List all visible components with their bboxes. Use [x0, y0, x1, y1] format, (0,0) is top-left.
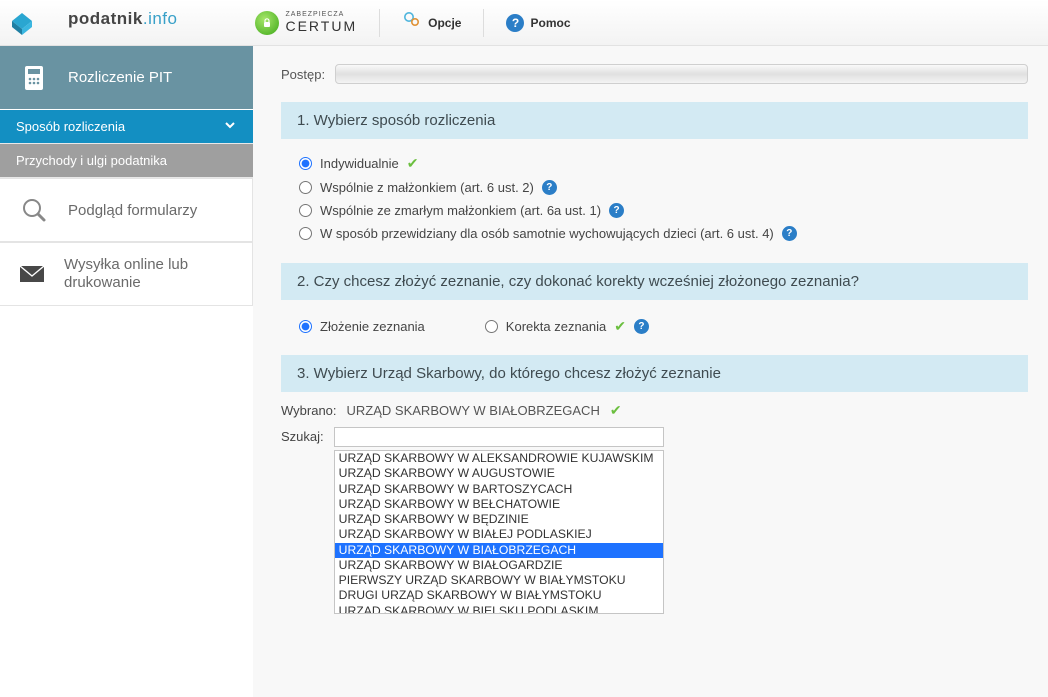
selected-label: Wybrano: [281, 403, 337, 418]
opt-spouse[interactable]: Wspólnie z małżonkiem (art. 6 ust. 2) ? [299, 176, 1010, 199]
envelope-icon [18, 258, 46, 290]
app-logo-icon [8, 9, 36, 37]
opt-deceased-spouse[interactable]: Wspólnie ze zmarłym małżonkiem (art. 6a … [299, 199, 1010, 222]
help-label: Pomoc [530, 16, 570, 30]
check-icon: ✔ [407, 155, 419, 172]
sidebar-item-label: Przychody i ulgi podatnika [16, 153, 167, 168]
help-icon[interactable]: ? [542, 180, 557, 195]
radio-deceased-spouse[interactable] [299, 204, 312, 217]
chevron-down-icon [223, 118, 237, 135]
help-icon[interactable]: ? [782, 226, 797, 241]
search-row: Szukaj: URZĄD SKARBOWY W ALEKSANDROWIE K… [281, 427, 1028, 614]
topbar: podatnik.info prosta strona podatków ZAB… [0, 0, 1048, 46]
sidebar-item-label: Rozliczenie PIT [68, 69, 172, 86]
options-label: Opcje [428, 16, 461, 30]
sidebar-item-preview[interactable]: Podgląd formularzy [0, 178, 253, 242]
office-list-item[interactable]: URZĄD SKARBOWY W BARTOSZYCACH [335, 482, 663, 497]
progress-row: Postęp: [281, 64, 1028, 84]
separator [483, 9, 484, 37]
office-listbox[interactable]: URZĄD SKARBOWY W ALEKSANDROWIE KUJAWSKIM… [334, 450, 664, 614]
check-icon: ✔ [614, 318, 626, 335]
help-icon[interactable]: ? [609, 203, 624, 218]
opt-submit[interactable]: Złożenie zeznania [299, 314, 425, 339]
office-list-item[interactable]: URZĄD SKARBOWY W AUGUSTOWIE [335, 466, 663, 481]
step1-header: 1. Wybierz sposób rozliczenia [281, 102, 1028, 139]
lock-icon [255, 11, 279, 35]
sidebar-item-label: Wysyłka online lub drukowanie [64, 256, 234, 292]
certum-top: ZABEZPIECZA [285, 11, 357, 18]
separator [379, 9, 380, 37]
opt-correction[interactable]: Korekta zeznania ✔ ? [485, 314, 649, 339]
opt-label: Indywidualnie [320, 156, 399, 171]
radio-spouse[interactable] [299, 181, 312, 194]
office-list-item[interactable]: URZĄD SKARBOWY W BIAŁOGARDZIE [335, 558, 663, 573]
certum-main: CERTUM [285, 18, 357, 34]
certum-badge: ZABEZPIECZA CERTUM [255, 11, 357, 35]
opt-label: Korekta zeznania [506, 319, 606, 334]
magnifier-icon [18, 194, 50, 226]
opt-label: Wspólnie ze zmarłym małżonkiem (art. 6a … [320, 203, 601, 218]
help-button[interactable]: ? Pomoc [506, 14, 570, 32]
progress-label: Postęp: [281, 67, 325, 82]
brand-suffix: .info [143, 9, 178, 28]
office-list-item[interactable]: URZĄD SKARBOWY W BIAŁOBRZEGACH [335, 543, 663, 558]
sidebar-sub-method[interactable]: Sposób rozliczenia [0, 110, 253, 144]
step1-options: Indywidualnie ✔ Wspólnie z małżonkiem (a… [281, 149, 1028, 263]
selected-value: URZĄD SKARBOWY W BIAŁOBRZEGACH [347, 403, 600, 418]
options-button[interactable]: Opcje [402, 10, 461, 35]
selected-row: Wybrano: URZĄD SKARBOWY W BIAŁOBRZEGACH … [281, 402, 1028, 419]
search-input[interactable] [334, 427, 664, 447]
office-list-item[interactable]: URZĄD SKARBOWY W BEŁCHATOWIE [335, 497, 663, 512]
radio-individual[interactable] [299, 157, 312, 170]
brand-name: podatnik [68, 9, 143, 28]
office-list-item[interactable]: PIERWSZY URZĄD SKARBOWY W BIAŁYMSTOKU [335, 573, 663, 588]
office-list-item[interactable]: DRUGI URZĄD SKARBOWY W BIAŁYMSTOKU [335, 588, 663, 603]
opt-single-parent[interactable]: W sposób przewidziany dla osób samotnie … [299, 222, 1010, 245]
main-content: Postęp: 1. Wybierz sposób rozliczenia In… [253, 46, 1048, 697]
radio-submit[interactable] [299, 320, 312, 333]
opt-label: Wspólnie z małżonkiem (art. 6 ust. 2) [320, 180, 534, 195]
sidebar-sub-income[interactable]: Przychody i ulgi podatnika [0, 144, 253, 178]
progress-bar [335, 64, 1028, 84]
sidebar: Rozliczenie PIT Sposób rozliczenia Przyc… [0, 46, 253, 697]
sidebar-item-pit[interactable]: Rozliczenie PIT [0, 46, 253, 110]
search-label: Szukaj: [281, 427, 324, 444]
help-icon[interactable]: ? [634, 319, 649, 334]
step3-header: 3. Wybierz Urząd Skarbowy, do którego ch… [281, 355, 1028, 392]
help-icon: ? [506, 14, 524, 32]
gear-icon [402, 10, 422, 35]
office-list-item[interactable]: URZĄD SKARBOWY W BIELSKU PODLASKIM [335, 604, 663, 615]
sidebar-item-label: Sposób rozliczenia [16, 119, 125, 134]
opt-individual[interactable]: Indywidualnie ✔ [299, 151, 1010, 176]
step2-options: Złożenie zeznania Korekta zeznania ✔ ? [281, 310, 1028, 355]
sidebar-item-send[interactable]: Wysyłka online lub drukowanie [0, 242, 253, 306]
step2-header: 2. Czy chcesz złożyć zeznanie, czy dokon… [281, 263, 1028, 300]
sidebar-item-label: Podgląd formularzy [68, 202, 197, 219]
check-icon: ✔ [610, 402, 622, 419]
radio-correction[interactable] [485, 320, 498, 333]
office-list-item[interactable]: URZĄD SKARBOWY W BIAŁEJ PODLASKIEJ [335, 527, 663, 542]
opt-label: Złożenie zeznania [320, 319, 425, 334]
radio-single-parent[interactable] [299, 227, 312, 240]
calculator-icon [18, 62, 50, 94]
office-list-item[interactable]: URZĄD SKARBOWY W ALEKSANDROWIE KUJAWSKIM [335, 451, 663, 466]
opt-label: W sposób przewidziany dla osób samotnie … [320, 226, 774, 241]
office-list-item[interactable]: URZĄD SKARBOWY W BĘDZINIE [335, 512, 663, 527]
